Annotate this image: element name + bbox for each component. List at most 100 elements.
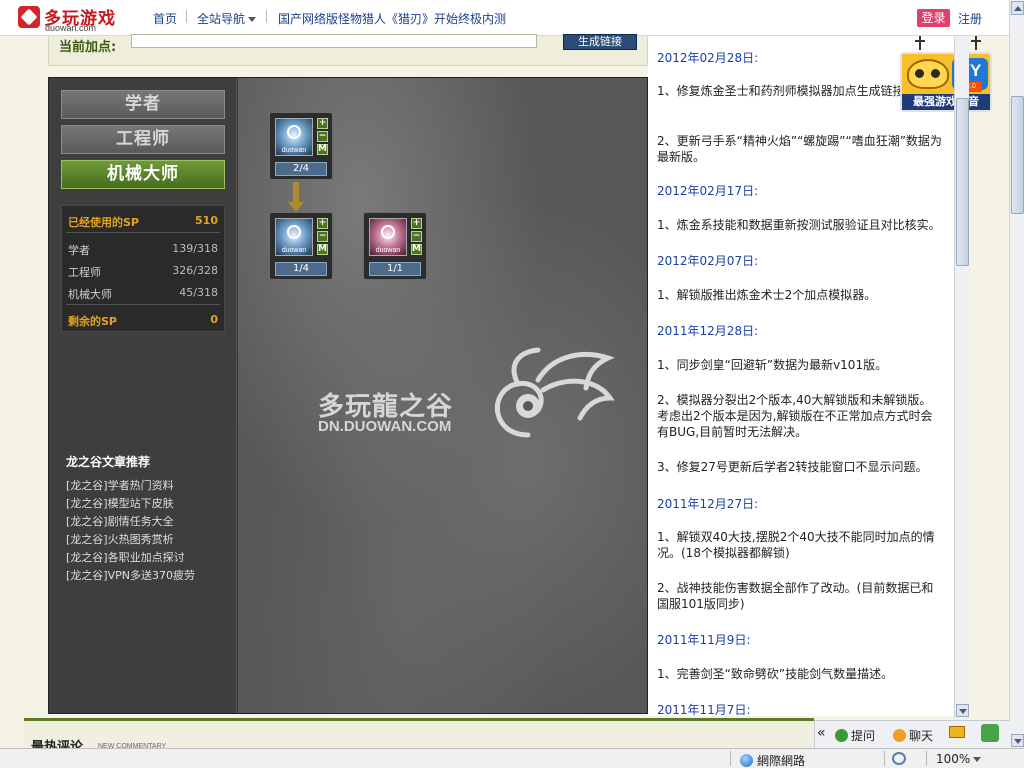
chat-icon [893, 729, 906, 742]
login-button[interactable]: 登录 [917, 9, 950, 27]
sp-row-value: 45/318 [179, 286, 218, 299]
article-link[interactable]: [龙之谷]学者热门资料 [66, 477, 174, 493]
changelog-scroll-thumb[interactable] [956, 98, 969, 266]
skill-face-icon [287, 125, 301, 139]
skill-icon[interactable]: duowan [369, 218, 407, 256]
changelog-date: 2012年02月07日: [657, 254, 759, 268]
watermark-subtitle: DN.DUOWAN.COM [318, 418, 452, 435]
nav-sites-label: 全站导航 [197, 12, 246, 26]
yy-voice-widget[interactable]: YY 4.0 最强游戏语音 [900, 52, 992, 112]
skill-max-button[interactable]: M [317, 144, 328, 155]
sp-row-label: 工程师 [68, 266, 101, 279]
article-link[interactable]: [龙之谷]各职业加点探讨 [66, 549, 185, 565]
chevron-down-icon [973, 757, 982, 762]
divider [730, 751, 731, 766]
skill-simulator: 学者 工程师 机械大师 已经使用的SP 510 学者 139/318 工程师 3… [48, 77, 648, 714]
generate-link-button[interactable]: 生成链接 [563, 34, 637, 50]
divider [884, 751, 885, 766]
sp-row-mechanic: 机械大师 45/318 [68, 286, 218, 302]
sp-row-value: 326/328 [172, 264, 218, 277]
current-points-label: 当前加点: [59, 40, 117, 55]
sp-row-label: 学者 [68, 244, 90, 257]
sp-row-label: 机械大师 [68, 288, 112, 301]
changelog-date: 2011年12月28日: [657, 324, 759, 338]
dragon-logo-icon [495, 347, 615, 438]
browser-status-bar: 網際網路 100% [0, 748, 1024, 768]
sp-row-value: 139/318 [172, 242, 218, 255]
sp-remaining-value: 0 [210, 313, 218, 326]
article-link[interactable]: [龙之谷]VPN多送370疲劳 [66, 567, 195, 583]
sp-row-scholar: 学者 139/318 [68, 242, 218, 258]
points-form-row: 当前加点: 生成链接 [48, 34, 648, 66]
nav-news-link[interactable]: 国产网络版怪物猎人《猎刃》开始终极内测 [278, 10, 506, 27]
sp-row-engineer: 工程师 326/328 [68, 264, 218, 280]
class-tab-engineer[interactable]: 工程师 [61, 125, 225, 154]
skill-minus-button[interactable]: − [317, 131, 328, 142]
changelog-entry: 1、炼金系技能和数据重新按测试服验证且对比核实。 [657, 218, 941, 232]
duowan-logo-icon [18, 6, 40, 28]
scroll-down-button[interactable] [956, 704, 969, 717]
class-tab-mechanic[interactable]: 机械大师 [61, 160, 225, 189]
skill-slot: duowan + − M 2/4 [269, 112, 333, 180]
article-link[interactable]: [龙之谷]火热图秀赏析 [66, 531, 174, 547]
changelog-entry: 2、模拟器分裂出2个版本,40大解锁版和未解锁版。考虑出2个版本是因为,解锁版在… [657, 393, 933, 439]
zoom-value: 100% [936, 752, 971, 766]
skill-plus-button[interactable]: + [411, 218, 422, 229]
skill-minus-button[interactable]: − [317, 231, 328, 242]
divider [66, 304, 220, 305]
register-link[interactable]: 注册 [958, 10, 982, 27]
skill-level: 1/4 [275, 262, 327, 276]
zoom-level[interactable]: 100% [936, 752, 982, 766]
nav-separator [266, 10, 267, 23]
changelog-entry: 2、战神技能伤害数据全部作了改动。(目前数据已和国服101版同步) [657, 581, 934, 611]
skill-max-button[interactable]: M [411, 244, 422, 255]
page-scrollbar[interactable] [1009, 0, 1024, 748]
skill-plus-button[interactable]: + [317, 118, 328, 129]
skill-minus-button[interactable]: − [411, 231, 422, 242]
skill-level: 2/4 [275, 162, 327, 176]
yy-slogan: 最强游戏语音 [902, 94, 990, 110]
arrow-down-icon [288, 182, 304, 212]
skill-level: 1/1 [369, 262, 421, 276]
floating-toolbar: « 提问 聊天 [814, 720, 1010, 748]
skill-icon[interactable]: duowan [275, 218, 313, 256]
security-zone: 網際網路 [740, 752, 805, 768]
changelog-entry: 1、解锁双40大技,摆脱2个40大技不能同时加点的情况。(18个模拟器都解锁) [657, 530, 935, 560]
page-scroll-thumb[interactable] [1011, 96, 1024, 214]
duowan-logo[interactable]: 多玩游戏 duowan.com [18, 4, 128, 33]
changelog-scrollbar[interactable] [954, 36, 969, 718]
question-icon [835, 729, 848, 742]
share-icon[interactable] [981, 724, 999, 742]
collapse-toolbar-button[interactable]: « [817, 725, 826, 741]
changelog-entry: 1、同步剑皇“回避斩”数据为最新v101版。 [657, 358, 888, 372]
sp-used-label: 已经使用的SP [68, 216, 139, 229]
article-link[interactable]: [龙之谷]模型站下皮肤 [66, 495, 174, 511]
skill-plus-button[interactable]: + [317, 218, 328, 229]
skill-slot: duowan + − M 1/1 [363, 212, 427, 280]
scroll-up-button[interactable] [1011, 1, 1024, 15]
article-link[interactable]: [龙之谷]剧情任务大全 [66, 513, 174, 529]
dragon-nest-watermark: 多玩龍之谷 DN.DUOWAN.COM [318, 347, 618, 458]
skill-icon[interactable]: duowan [275, 118, 313, 156]
changelog-date: 2011年11月9日: [657, 633, 751, 647]
ask-button[interactable]: 提问 [835, 727, 875, 744]
class-tab-scholar[interactable]: 学者 [61, 90, 225, 119]
logo-domain-text: duowan.com [45, 23, 97, 33]
sp-remaining-row: 剩余的SP 0 [68, 313, 218, 329]
changelog-entry: 3、修复27号更新后学者2转技能窗口不显示问题。 [657, 460, 928, 474]
protected-mode-icon[interactable] [892, 752, 906, 765]
nav-sites-dropdown[interactable]: 全站导航 [197, 10, 257, 27]
yy-mascot-icon [907, 59, 949, 89]
sp-remaining-label: 剩余的SP [68, 315, 117, 328]
nav-home-link[interactable]: 首页 [153, 10, 177, 27]
changelog-date: 2011年11月7日: [657, 703, 751, 716]
mail-icon[interactable] [949, 726, 965, 738]
articles-title: 龙之谷文章推荐 [66, 455, 151, 469]
scroll-down-button[interactable] [1011, 734, 1024, 747]
current-points-input[interactable] [131, 34, 537, 48]
skill-tree-canvas: duowan + − M 2/4 duowan + − M 1/4 duowan… [238, 78, 647, 713]
chat-button[interactable]: 聊天 [893, 727, 933, 744]
changelog-entry: 1、完善剑圣“致命劈砍”技能剑气数量描述。 [657, 667, 894, 681]
changelog-date: 2012年02月28日: [657, 51, 759, 65]
skill-max-button[interactable]: M [317, 244, 328, 255]
